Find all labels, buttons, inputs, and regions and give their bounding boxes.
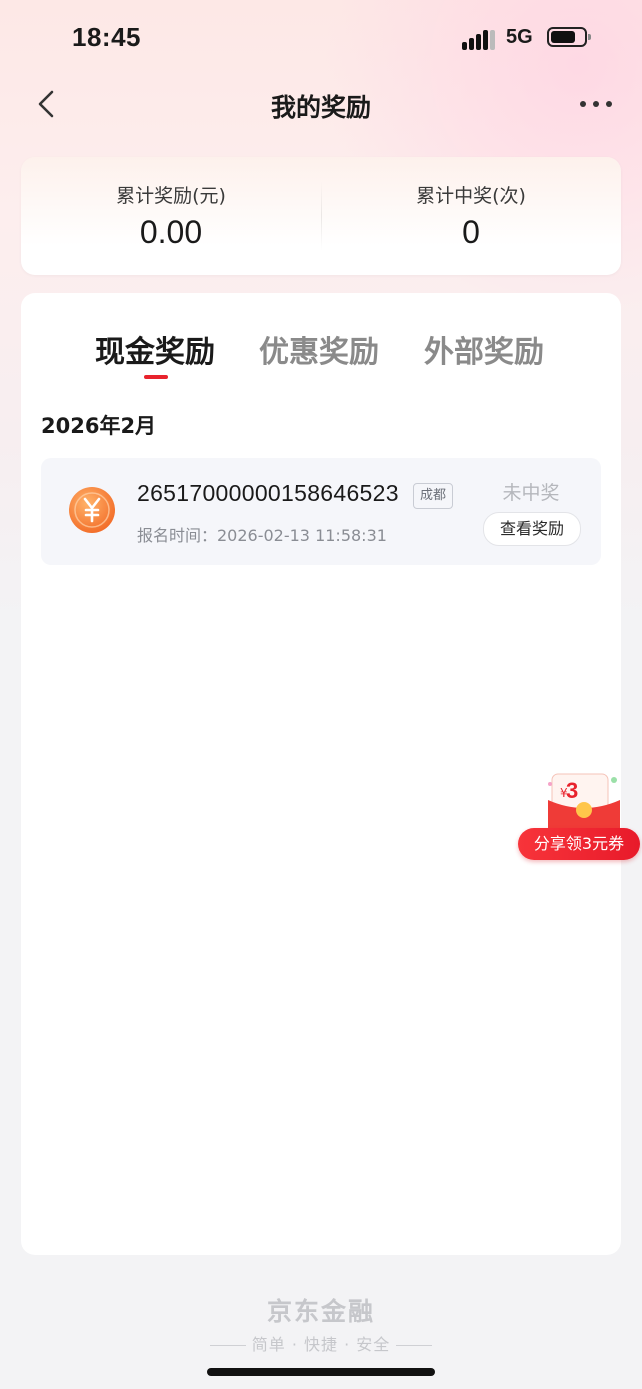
- total-reward-value: 0.00: [139, 214, 203, 250]
- tab-external-reward[interactable]: 外部奖励: [424, 327, 544, 371]
- battery-icon: [547, 27, 591, 47]
- signal-icon: [462, 28, 496, 50]
- record-status: 未中奖: [502, 482, 560, 504]
- share-coupon-widget[interactable]: ¥ 3 分享领3元券: [516, 770, 642, 862]
- total-wins-stat: 累计中奖(次) 0: [321, 157, 621, 275]
- tab-coupon-reward[interactable]: 优惠奖励: [259, 327, 379, 371]
- total-reward-stat: 累计奖励(元) 0.00: [21, 157, 321, 275]
- status-time: 18:45: [72, 22, 141, 52]
- slogan-line-left: [209, 1345, 246, 1346]
- network-label: 5G: [506, 26, 533, 48]
- city-badge: 成都: [413, 483, 454, 509]
- footer-brand: 京东金融: [266, 1297, 375, 1326]
- record-signup-time: 报名时间：2026-02-13 11:58:31: [137, 526, 387, 545]
- page-title: 我的奖励: [270, 93, 371, 122]
- view-reward-button[interactable]: 查看奖励: [483, 512, 581, 546]
- total-wins-value: 0: [462, 214, 480, 250]
- record-id: 26517000000158646523: [137, 480, 399, 506]
- yuan-coin-icon: [67, 484, 117, 534]
- red-packet-icon: [544, 770, 624, 832]
- tab-cash-reward[interactable]: 现金奖励: [95, 327, 215, 371]
- share-coupon-label: 分享领3元券: [518, 828, 640, 860]
- reward-record: 26517000000158646523 成都 报名时间：2026-02-13 …: [41, 458, 601, 565]
- summary-card: 累计奖励(元) 0.00 累计中奖(次) 0: [21, 157, 621, 275]
- slogan-line-right: [396, 1345, 433, 1346]
- reward-tabs: 现金奖励 优惠奖励 外部奖励: [21, 327, 621, 387]
- slogan-text: 简单 · 快捷 · 安全: [251, 1335, 391, 1354]
- active-tab-indicator: [144, 375, 168, 379]
- total-reward-label: 累计奖励(元): [116, 185, 226, 207]
- status-bar: 18:45 5G: [0, 0, 642, 78]
- share-amount: 3: [566, 778, 579, 803]
- nav-bar: 我的奖励: [0, 78, 642, 134]
- footer-slogan: 简单 · 快捷 · 安全: [0, 1331, 642, 1355]
- month-header: 2026年2月: [41, 414, 157, 438]
- more-dots-icon[interactable]: [578, 92, 614, 116]
- home-indicator[interactable]: [207, 1368, 435, 1376]
- total-wins-label: 累计中奖(次): [416, 185, 526, 207]
